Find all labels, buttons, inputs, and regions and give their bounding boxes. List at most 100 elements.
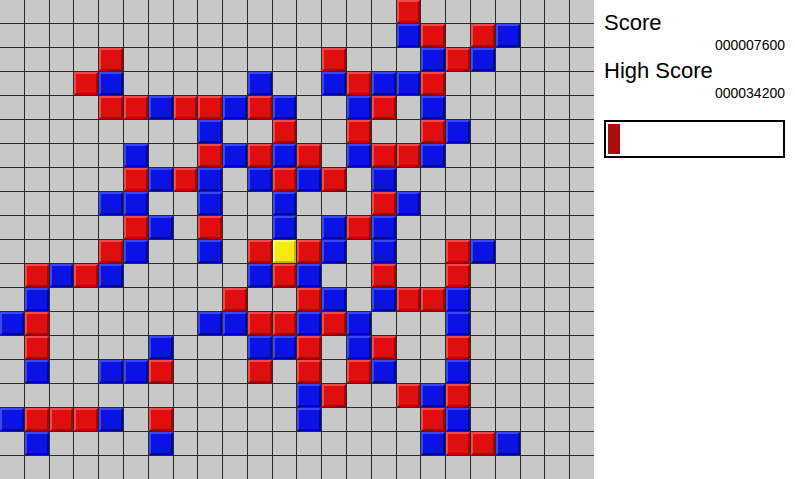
board-cell (50, 456, 74, 479)
board-cell (0, 48, 24, 71)
board-cell (521, 264, 545, 287)
board-cell (347, 168, 371, 191)
board-cell (99, 24, 123, 47)
board-cell (50, 408, 74, 431)
board-cell (347, 24, 371, 47)
board-cell (372, 48, 396, 71)
board-cell (347, 408, 371, 431)
board-cell (496, 456, 520, 479)
board-cell (0, 144, 24, 167)
board-cell (446, 312, 470, 335)
board-cell (496, 216, 520, 239)
board-cell (174, 168, 198, 191)
board-cell (570, 48, 594, 71)
board-cell (372, 456, 396, 479)
board-cell (25, 264, 49, 287)
board-cell (149, 288, 173, 311)
board-cell (471, 360, 495, 383)
board-cell (248, 408, 272, 431)
board-cell (174, 264, 198, 287)
board-cell (446, 192, 470, 215)
board-cell (570, 192, 594, 215)
board-cell (297, 48, 321, 71)
board-cell (174, 0, 198, 23)
board-cell (545, 168, 569, 191)
board-cell (74, 384, 98, 407)
board-cell (174, 312, 198, 335)
board-cell (25, 216, 49, 239)
board-cell (372, 168, 396, 191)
board-cell (74, 96, 98, 119)
board-cell (99, 216, 123, 239)
board-cell (124, 432, 148, 455)
board-cell (322, 0, 346, 23)
board-cell (198, 96, 222, 119)
board-cell (545, 120, 569, 143)
board-cell (124, 0, 148, 23)
board-cell (297, 96, 321, 119)
board-cell (99, 312, 123, 335)
board-cell (471, 72, 495, 95)
board-cell (99, 240, 123, 263)
board-cell (347, 240, 371, 263)
board-cell (347, 456, 371, 479)
board-cell (297, 0, 321, 23)
board-cell (223, 264, 247, 287)
board-cell (570, 264, 594, 287)
board-cell (25, 432, 49, 455)
board-cell (421, 360, 445, 383)
board-cell (421, 144, 445, 167)
board-cell (149, 360, 173, 383)
game-board (0, 0, 594, 479)
board-cell (496, 384, 520, 407)
board-cell (25, 48, 49, 71)
board-cell (99, 72, 123, 95)
board-cell (99, 384, 123, 407)
board-cell (545, 216, 569, 239)
board-cell (273, 264, 297, 287)
board-cell (198, 408, 222, 431)
board-cell (397, 72, 421, 95)
board-cell (322, 72, 346, 95)
board-cell (174, 432, 198, 455)
board-cell (421, 288, 445, 311)
board-cell (496, 48, 520, 71)
board-cell (471, 456, 495, 479)
board-cell (347, 384, 371, 407)
board-cell (174, 192, 198, 215)
board-cell (347, 120, 371, 143)
board-cell (223, 192, 247, 215)
board-cell (248, 144, 272, 167)
board-cell (198, 264, 222, 287)
board-cell (223, 216, 247, 239)
board-cell (25, 240, 49, 263)
board-cell (50, 48, 74, 71)
progress-fill (608, 124, 620, 154)
board-cell (99, 144, 123, 167)
board-cell (521, 408, 545, 431)
board-cell (471, 432, 495, 455)
board-cell (421, 24, 445, 47)
board-cell (297, 192, 321, 215)
board-cell (471, 144, 495, 167)
board-cell (570, 168, 594, 191)
board-cell (297, 216, 321, 239)
board-cell (149, 384, 173, 407)
board-cell (50, 360, 74, 383)
board-cell (223, 120, 247, 143)
board-cell (521, 48, 545, 71)
board-cell (99, 432, 123, 455)
board-cell (372, 288, 396, 311)
board-cell (223, 24, 247, 47)
board-cell (521, 24, 545, 47)
board-cell (149, 408, 173, 431)
board-cell (50, 192, 74, 215)
board-cell (545, 72, 569, 95)
board-cell (322, 96, 346, 119)
board-cell (372, 360, 396, 383)
board-cell (471, 288, 495, 311)
board-cell (223, 144, 247, 167)
board-cell (223, 168, 247, 191)
board-cell (347, 312, 371, 335)
board-cell (99, 456, 123, 479)
